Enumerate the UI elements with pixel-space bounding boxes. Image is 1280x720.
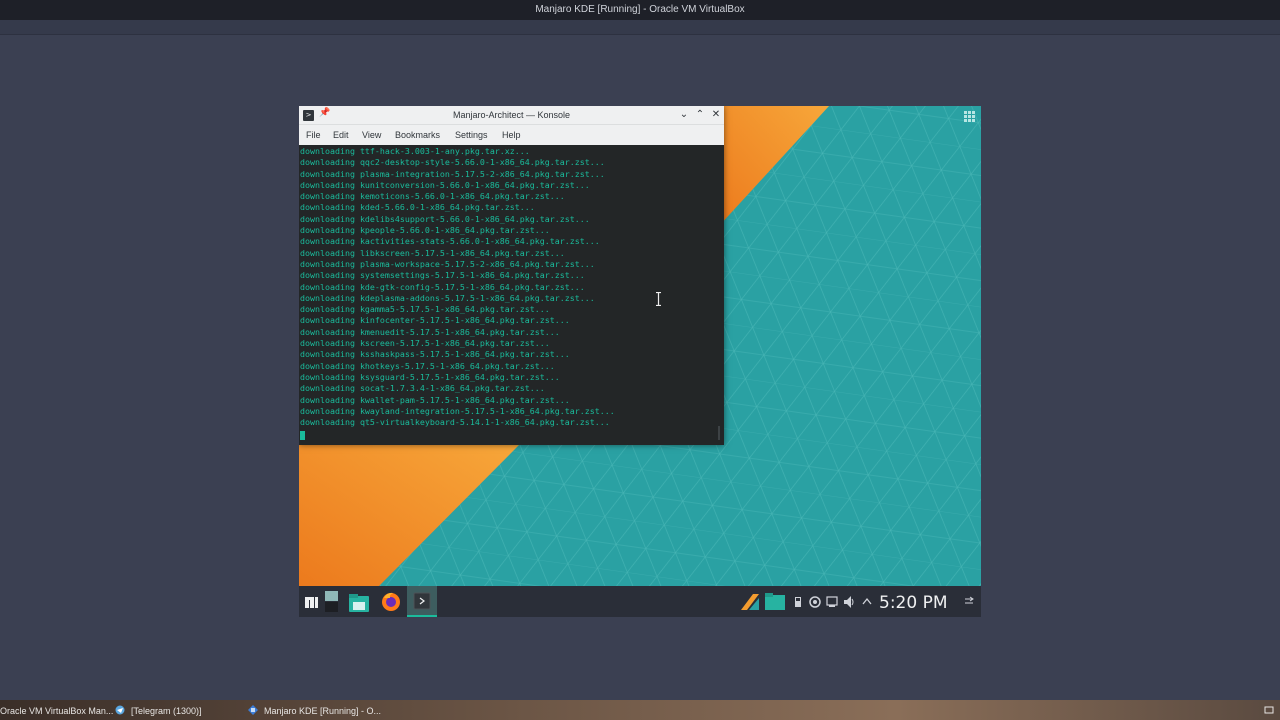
telegram-icon bbox=[115, 705, 125, 715]
maximize-button[interactable]: ⌃ bbox=[693, 108, 707, 122]
terminal-line: downloading kwallet-pam-5.17.5-1-x86_64.… bbox=[300, 394, 570, 405]
terminal-line: downloading qqc2-desktop-style-5.66.0-1-… bbox=[300, 157, 605, 168]
volume-icon[interactable] bbox=[842, 586, 856, 617]
terminal-line: downloading kwayland-integration-5.17.5-… bbox=[300, 405, 615, 416]
terminal-line: downloading khotkeys-5.17.5-1-x86_64.pkg… bbox=[300, 360, 555, 371]
konsole-menubar: File Edit View Bookmarks Settings Help bbox=[299, 125, 724, 145]
network-icon[interactable] bbox=[825, 586, 839, 617]
terminal-scrollbar[interactable] bbox=[718, 426, 720, 440]
updates-icon[interactable] bbox=[808, 586, 822, 617]
konsole-title: Manjaro-Architect — Konsole bbox=[452, 110, 571, 120]
close-button[interactable]: ✕ bbox=[709, 108, 723, 122]
konsole-window[interactable]: > 📌 Manjaro-Architect — Konsole ⌄ ⌃ ✕ Fi… bbox=[299, 106, 724, 445]
desktop-grid-icon[interactable] bbox=[963, 110, 976, 123]
terminal-line: downloading qt5-virtualkeyboard-5.14.1-1… bbox=[300, 417, 610, 428]
manjaro-architect-icon[interactable] bbox=[739, 586, 761, 617]
terminal-line: downloading kded-5.66.0-1-x86_64.pkg.tar… bbox=[300, 202, 535, 213]
terminal-line: downloading kpeople-5.66.0-1-x86_64.pkg.… bbox=[300, 225, 550, 236]
terminal-line: downloading kdelibs4support-5.66.0-1-x86… bbox=[300, 213, 590, 224]
host-task-virtualbox-manager[interactable]: Oracle VM VirtualBox Man... bbox=[0, 700, 113, 720]
terminal-cursor bbox=[300, 431, 305, 440]
pager-icon[interactable] bbox=[323, 586, 341, 617]
terminal-line: downloading kinfocenter-5.17.5-1-x86_64.… bbox=[300, 315, 570, 326]
host-task-manjaro-vm[interactable]: Manjaro KDE [Running] - O... bbox=[264, 700, 381, 720]
terminal-line: downloading kunitconversion-5.66.0-1-x86… bbox=[300, 179, 590, 190]
terminal-lines: downloading ttf-hack-3.003-1-any.pkg.tar… bbox=[300, 146, 615, 428]
minimize-button[interactable]: ⌄ bbox=[677, 108, 691, 122]
usb-icon[interactable] bbox=[792, 586, 804, 617]
terminal-line: downloading plasma-integration-5.17.5-2-… bbox=[300, 168, 605, 179]
terminal-line: downloading kemoticons-5.66.0-1-x86_64.p… bbox=[300, 191, 565, 202]
terminal-line: downloading kmenuedit-5.17.5-1-x86_64.pk… bbox=[300, 326, 560, 337]
host-taskbar: Oracle VM VirtualBox Man... [Telegram (1… bbox=[0, 700, 1280, 720]
terminal-line: downloading plasma-workspace-5.17.5-2-x8… bbox=[300, 258, 595, 269]
menu-help[interactable]: Help bbox=[502, 125, 521, 145]
task-konsole[interactable] bbox=[407, 586, 437, 617]
terminal-line: downloading ttf-hack-3.003-1-any.pkg.tar… bbox=[300, 146, 530, 156]
host-window-title: Manjaro KDE [Running] - Oracle VM Virtua… bbox=[0, 0, 1280, 20]
terminal-line: downloading kde-gtk-config-5.17.5-1-x86_… bbox=[300, 281, 585, 292]
terminal-line: downloading ksshaskpass-5.17.5-1-x86_64.… bbox=[300, 349, 570, 360]
expand-tray-icon[interactable] bbox=[860, 586, 874, 617]
menu-file[interactable]: File bbox=[306, 125, 321, 145]
terminal-line: downloading socat-1.7.3.4-1-x86_64.pkg.t… bbox=[300, 383, 545, 394]
guest-desktop[interactable]: > 📌 Manjaro-Architect — Konsole ⌄ ⌃ ✕ Fi… bbox=[299, 106, 981, 617]
menu-settings[interactable]: Settings bbox=[455, 125, 488, 145]
terminal-line: downloading kscreen-5.17.5-1-x86_64.pkg.… bbox=[300, 338, 550, 349]
menu-bookmarks[interactable]: Bookmarks bbox=[395, 125, 440, 145]
terminal-line: downloading systemsettings-5.17.5-1-x86_… bbox=[300, 270, 585, 281]
konsole-icon bbox=[413, 592, 431, 610]
host-tray-icon[interactable] bbox=[1263, 704, 1275, 716]
menu-view[interactable]: View bbox=[362, 125, 381, 145]
konsole-titlebar[interactable]: > 📌 Manjaro-Architect — Konsole ⌄ ⌃ ✕ bbox=[299, 106, 724, 125]
text-cursor-icon bbox=[656, 292, 661, 306]
clock[interactable]: 5:20 PM bbox=[879, 586, 948, 620]
terminal-line: downloading ksysguard-5.17.5-1-x86_64.pk… bbox=[300, 371, 560, 382]
host-menubar bbox=[0, 20, 1280, 35]
guest-taskbar: 5:20 PM bbox=[299, 586, 981, 617]
application-menu-icon[interactable] bbox=[303, 586, 319, 617]
files-icon[interactable] bbox=[764, 586, 786, 617]
file-manager-icon[interactable] bbox=[347, 586, 371, 617]
terminal-line: downloading libkscreen-5.17.5-1-x86_64.p… bbox=[300, 247, 565, 258]
firefox-icon[interactable] bbox=[379, 586, 403, 617]
host-task-telegram[interactable]: [Telegram (1300)] bbox=[131, 700, 202, 720]
terminal-line: downloading kgamma5-5.17.5-1-x86_64.pkg.… bbox=[300, 304, 550, 315]
panel-settings-icon[interactable] bbox=[963, 586, 975, 617]
menu-edit[interactable]: Edit bbox=[333, 125, 349, 145]
virtualbox-icon bbox=[248, 705, 258, 715]
terminal-line: downloading kactivities-stats-5.66.0-1-x… bbox=[300, 236, 600, 247]
terminal-line: downloading kdeplasma-addons-5.17.5-1-x8… bbox=[300, 292, 595, 303]
